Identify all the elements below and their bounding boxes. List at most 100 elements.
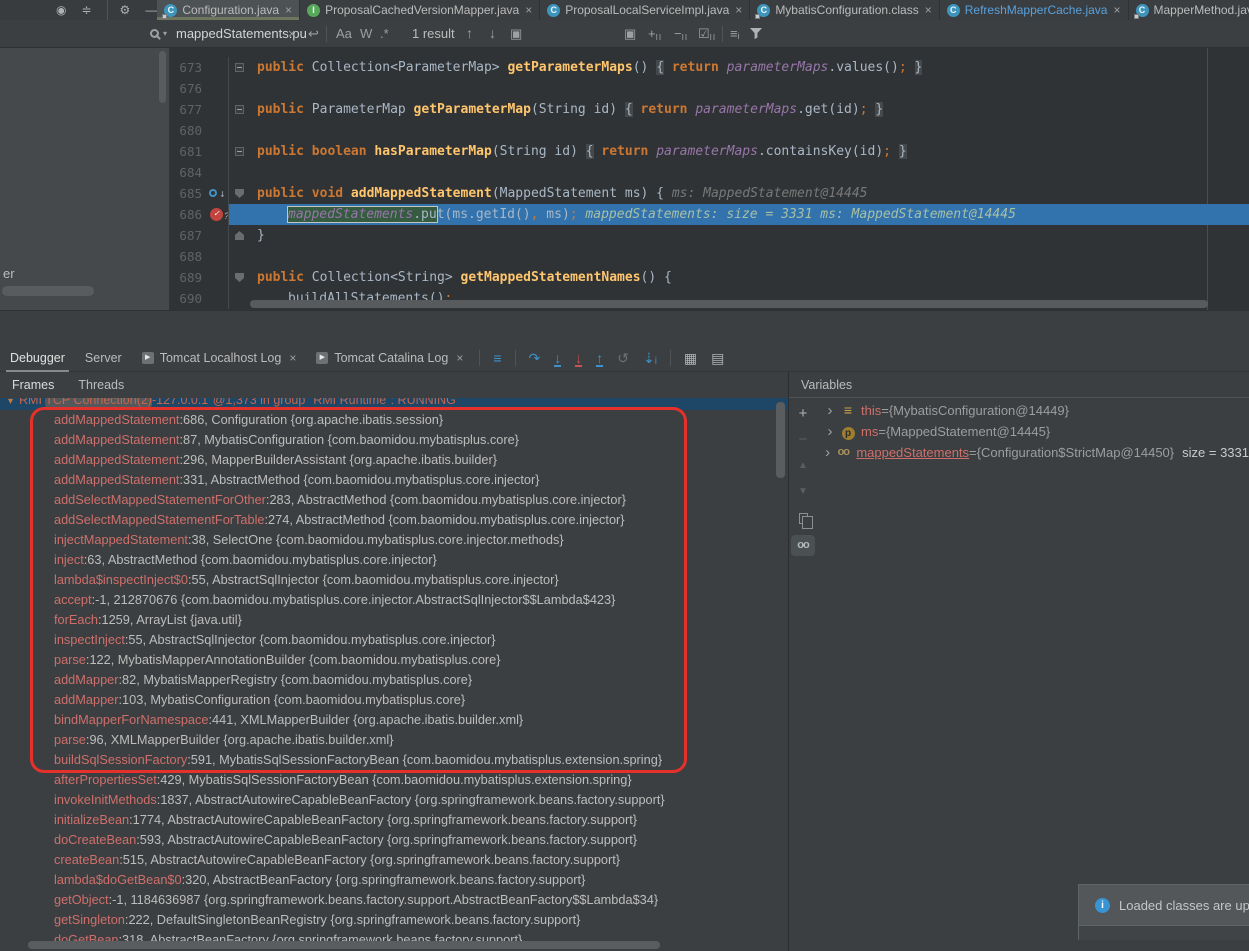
fold-column[interactable] [228, 225, 250, 246]
code-line[interactable]: 680 [170, 120, 1249, 141]
left-panel-vertical-scrollbar[interactable] [159, 51, 166, 103]
gutter-icon-slot[interactable] [208, 267, 228, 288]
split-view-icon[interactable]: ≑ [81, 0, 91, 20]
stack-frame-row[interactable]: addMappedStatement:686, Configuration {o… [0, 410, 788, 430]
fold-column[interactable] [228, 120, 250, 141]
stack-frame-row[interactable]: createBean:515, AbstractAutowireCapableB… [0, 850, 788, 870]
chevron-right-icon[interactable]: › [823, 421, 837, 442]
code-line[interactable]: 677public ParameterMap getParameterMap(S… [170, 99, 1249, 120]
hamburger-menu-icon[interactable]: ≡ [493, 345, 501, 372]
stack-frame-row[interactable]: bindMapperForNamespace:441, XMLMapperBui… [0, 710, 788, 730]
stack-frame-row[interactable]: getSingleton:222, DefaultSingletonBeanRe… [0, 910, 788, 930]
duplicate-icon[interactable] [799, 513, 808, 524]
frames-horizontal-scrollbar[interactable] [28, 941, 660, 949]
chevron-right-icon[interactable]: › [823, 442, 832, 463]
fold-column[interactable] [228, 57, 250, 78]
debug-tab-tomcat-localhost-log[interactable]: ▶Tomcat Localhost Log× [132, 345, 307, 372]
fold-column[interactable] [228, 204, 250, 225]
select-occurrences-icon[interactable]: ▣ [624, 20, 636, 47]
gutter-icon-slot[interactable] [208, 162, 228, 183]
code-line[interactable]: 685↓public void addMappedStatement(Mappe… [170, 183, 1249, 204]
stack-frame-row[interactable]: accept:-1, 212870676 {com.baomidou.mybat… [0, 590, 788, 610]
debug-tab-server[interactable]: Server [75, 345, 132, 372]
move-down-icon[interactable]: ▼ [792, 480, 814, 506]
history-icon[interactable]: ↩ [308, 20, 319, 47]
stack-frame-row[interactable]: invokeInitMethods:1837, AbstractAutowire… [0, 790, 788, 810]
close-tab-icon[interactable]: × [285, 4, 292, 16]
target-icon[interactable]: ◉ [56, 0, 66, 20]
code-line[interactable]: 676 [170, 78, 1249, 99]
editor-tab[interactable]: CProposalLocalServiceImpl.java× [540, 0, 750, 20]
fold-marker-icon[interactable] [235, 273, 244, 282]
fold-column[interactable] [228, 99, 250, 120]
code-line[interactable]: 681public boolean hasParameterMap(String… [170, 141, 1249, 162]
gutter-icon-slot[interactable]: ✓ [208, 204, 228, 225]
thread-expand-icon[interactable]: ▾ [8, 398, 13, 407]
editor-tab[interactable]: CMybatisConfiguration.class× [750, 0, 939, 20]
editor-tab[interactable]: CConfiguration.java× [157, 0, 300, 20]
fold-column[interactable] [228, 162, 250, 183]
search-history-caret-icon[interactable]: ▾ [163, 20, 167, 47]
fold-column[interactable] [228, 267, 250, 288]
run-to-cursor-icon[interactable]: ⇣ᵢ [643, 345, 657, 372]
fold-column[interactable] [228, 246, 250, 267]
stack-frame-row[interactable]: afterPropertiesSet:429, MybatisSqlSessio… [0, 770, 788, 790]
stack-frame-row[interactable]: addMapper:103, MybatisConfiguration {com… [0, 690, 788, 710]
toggle-occurrences-icon[interactable]: ☑II [698, 20, 716, 47]
step-into-icon[interactable]: ↓ [554, 345, 561, 372]
code-line[interactable]: 688 [170, 246, 1249, 267]
fold-marker-icon[interactable] [235, 189, 244, 198]
gutter-icon-slot[interactable] [208, 57, 228, 78]
thread-row[interactable]: ▾RMI TCP Connection(2)-127.0.0.1"@1,373 … [0, 398, 788, 410]
step-over-icon[interactable]: ↷ [529, 345, 541, 372]
fold-column[interactable] [228, 141, 250, 162]
editor-tab[interactable]: CRefreshMapperCache.java× [940, 0, 1129, 20]
subtab-frames[interactable]: Frames [0, 372, 66, 398]
stack-frame-row[interactable]: injectMappedStatement:38, SelectOne {com… [0, 530, 788, 550]
code-editor[interactable]: 673public Collection<ParameterMap> getPa… [170, 48, 1249, 310]
drop-frame-icon[interactable]: ↺ [617, 345, 629, 372]
code-line[interactable]: 687} [170, 225, 1249, 246]
editor-tab[interactable]: IProposalCachedVersionMapper.java× [300, 0, 540, 20]
close-tab-icon[interactable]: × [456, 345, 463, 372]
gutter-icon-slot[interactable] [208, 246, 228, 267]
fold-marker-icon[interactable] [235, 105, 244, 114]
step-out-icon[interactable]: ↑ [596, 345, 603, 372]
fold-marker-icon[interactable] [235, 231, 244, 240]
fold-marker-icon[interactable] [235, 63, 244, 72]
stack-frame-row[interactable]: addSelectMappedStatementForOther:283, Ab… [0, 490, 788, 510]
frames-vertical-scrollbar[interactable] [776, 402, 785, 478]
stack-frame-row[interactable]: lambda$inspectInject$0:55, AbstractSqlIn… [0, 570, 788, 590]
gear-icon[interactable]: ⚙ [107, 0, 131, 20]
close-tab-icon[interactable]: × [925, 4, 932, 16]
layout-settings-icon[interactable]: ▤ [711, 345, 724, 372]
close-tab-icon[interactable]: × [289, 345, 296, 372]
match-case-toggle[interactable]: Aa [336, 20, 352, 47]
debug-tab-tomcat-catalina-log[interactable]: ▶Tomcat Catalina Log× [306, 345, 473, 372]
stack-frame-row[interactable]: parse:96, XMLMapperBuilder {org.apache.i… [0, 730, 788, 750]
add-occurrence-icon[interactable]: +II [648, 20, 662, 47]
remove-watch-icon[interactable]: − [792, 428, 814, 454]
stack-frame-row[interactable]: inspectInject:55, AbstractSqlInjector {c… [0, 630, 788, 650]
code-line[interactable]: 686✓mappedStatements.put(ms.getId(), ms)… [170, 204, 1249, 225]
editor-tab[interactable]: CMapperMethod.java× [1129, 0, 1249, 20]
editor-horizontal-scrollbar[interactable] [250, 300, 1208, 308]
code-line[interactable]: 684 [170, 162, 1249, 183]
next-occurrence-icon[interactable]: ↓ [489, 20, 496, 47]
variable-row[interactable]: ›oomappedStatements = {Configuration$Str… [817, 442, 1249, 463]
words-toggle[interactable]: W [360, 20, 372, 47]
left-panel-horizontal-scrollbar[interactable] [2, 286, 94, 296]
regex-toggle[interactable]: .* [380, 20, 389, 47]
clear-search-icon[interactable]: × [288, 20, 296, 47]
fold-column[interactable] [228, 183, 250, 204]
chevron-right-icon[interactable]: › [823, 400, 837, 421]
gutter-icon-slot[interactable] [208, 225, 228, 246]
close-tab-icon[interactable]: × [1113, 4, 1120, 16]
move-up-icon[interactable]: ▲ [792, 454, 814, 480]
stack-frame-row[interactable]: forEach:1259, ArrayList {java.util} [0, 610, 788, 630]
gutter-icon-slot[interactable] [208, 78, 228, 99]
stack-frame-row[interactable]: initializeBean:1774, AbstractAutowireCap… [0, 810, 788, 830]
gutter-icon-slot[interactable]: ↓ [208, 183, 228, 204]
stack-frame-row[interactable]: doCreateBean:593, AbstractAutowireCapabl… [0, 830, 788, 850]
fold-marker-icon[interactable] [235, 147, 244, 156]
